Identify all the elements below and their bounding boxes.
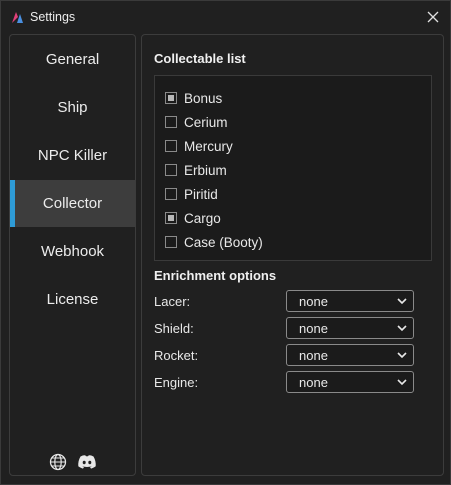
rocket-label: Rocket: <box>154 348 199 363</box>
globe-icon <box>49 453 67 471</box>
checkbox-label: Case (Booty) <box>184 234 263 250</box>
engine-label: Engine: <box>154 375 199 390</box>
chevron-down-icon <box>397 325 407 332</box>
website-button[interactable] <box>47 451 69 473</box>
collectable-item-piritid[interactable]: Piritid <box>165 185 218 203</box>
collectable-list-title: Collectable list <box>154 51 246 66</box>
checkbox-label: Erbium <box>184 162 227 178</box>
checkbox[interactable] <box>165 164 177 176</box>
sidebar-item-ship[interactable]: Ship <box>10 84 135 131</box>
chevron-down-icon <box>397 352 407 359</box>
lacer-label: Lacer: <box>154 294 191 309</box>
collectable-item-cargo[interactable]: Cargo <box>165 209 221 227</box>
discord-icon <box>78 455 96 469</box>
shield-label: Shield: <box>154 321 194 336</box>
shield-select[interactable]: none <box>286 317 414 339</box>
window-title: Settings <box>30 10 76 24</box>
close-icon <box>427 11 439 23</box>
sidebar-item-general[interactable]: General <box>10 36 135 83</box>
checkbox[interactable] <box>165 92 177 104</box>
checkbox-label: Piritid <box>184 186 218 202</box>
select-value: none <box>299 348 328 363</box>
sidebar-item-label: Webhook <box>40 243 105 260</box>
discord-button[interactable] <box>76 451 98 473</box>
sidebar-item-license[interactable]: License <box>10 276 135 323</box>
collectable-list: Bonus Cerium Mercury Erbium Piritid Carg… <box>154 75 432 261</box>
checkbox-label: Mercury <box>184 138 233 154</box>
close-button[interactable] <box>416 1 450 33</box>
collectable-item-erbium[interactable]: Erbium <box>165 161 227 179</box>
collectable-item-cerium[interactable]: Cerium <box>165 113 228 131</box>
checkbox[interactable] <box>165 212 177 224</box>
enrichment-options-title: Enrichment options <box>154 268 277 283</box>
collectable-item-mercury[interactable]: Mercury <box>165 137 233 155</box>
sidebar-item-npc-killer[interactable]: NPC Killer <box>10 132 135 179</box>
checkbox[interactable] <box>165 116 177 128</box>
checkbox-label: Cargo <box>184 210 221 226</box>
select-value: none <box>299 294 328 309</box>
sidebar-item-label: NPC Killer <box>37 147 108 164</box>
title-bar: Settings <box>1 1 450 33</box>
checkbox[interactable] <box>165 188 177 200</box>
app-logo-icon <box>12 12 23 23</box>
engine-select[interactable]: none <box>286 371 414 393</box>
select-value: none <box>299 321 328 336</box>
settings-window: Settings General Ship NPC Killer Collect… <box>0 0 451 485</box>
collectable-item-bonus[interactable]: Bonus <box>165 89 222 107</box>
collectable-item-case-booty[interactable]: Case (Booty) <box>165 233 263 251</box>
sidebar-item-webhook[interactable]: Webhook <box>10 228 135 275</box>
checkbox-label: Cerium <box>184 114 228 130</box>
sidebar-item-label: Ship <box>57 99 88 116</box>
rocket-select[interactable]: none <box>286 344 414 366</box>
sidebar-item-label: General <box>45 51 100 68</box>
sidebar-item-collector[interactable]: Collector <box>10 180 135 227</box>
settings-panel: Collectable list Bonus Cerium Mercury Er… <box>141 34 444 476</box>
chevron-down-icon <box>397 298 407 305</box>
select-value: none <box>299 375 328 390</box>
sidebar-item-label: License <box>46 291 99 308</box>
checkbox-label: Bonus <box>184 90 223 106</box>
checkbox[interactable] <box>165 236 177 248</box>
sidebar: General Ship NPC Killer Collector Webhoo… <box>9 34 136 476</box>
sidebar-item-label: Collector <box>42 195 103 212</box>
chevron-down-icon <box>397 379 407 386</box>
lacer-select[interactable]: none <box>286 290 414 312</box>
checkbox[interactable] <box>165 140 177 152</box>
